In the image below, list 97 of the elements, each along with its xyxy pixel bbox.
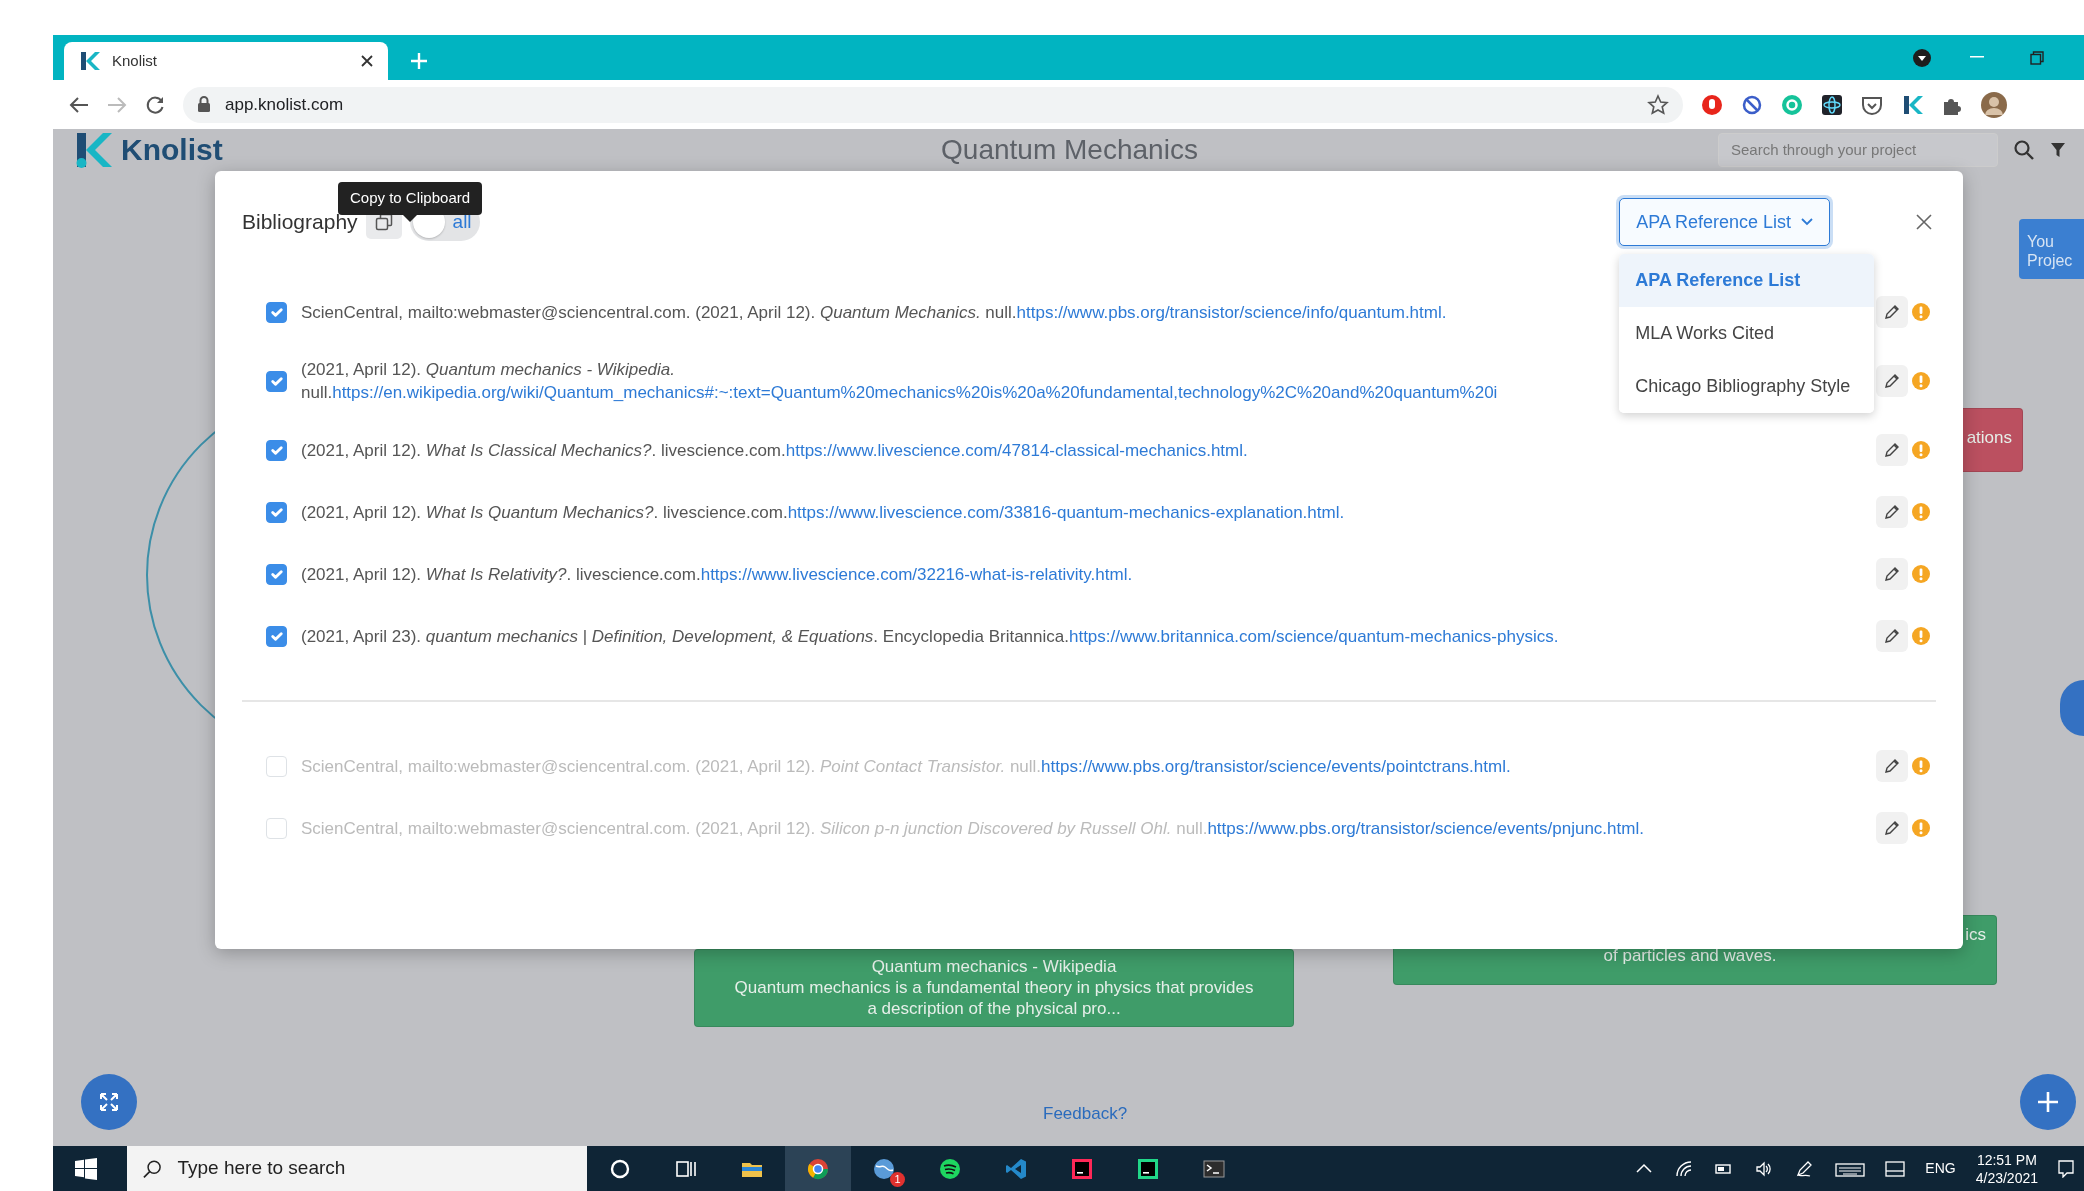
edit-button[interactable] bbox=[1876, 812, 1908, 844]
extension-icon[interactable] bbox=[1821, 93, 1843, 116]
restore-icon[interactable] bbox=[2030, 51, 2044, 65]
app-icon[interactable] bbox=[1071, 1157, 1093, 1180]
music-icon[interactable] bbox=[939, 1157, 961, 1180]
app-icon[interactable] bbox=[1137, 1157, 1159, 1180]
pencil-icon bbox=[1884, 566, 1900, 582]
panel-icon[interactable] bbox=[1885, 1159, 1906, 1178]
extension-icon[interactable] bbox=[1901, 93, 1923, 116]
browser-tab[interactable]: Knolist bbox=[64, 42, 388, 80]
page-title: Quantum Mechanics bbox=[941, 136, 1198, 164]
plus-icon bbox=[2036, 1090, 2060, 1114]
pencil-icon bbox=[1884, 373, 1900, 389]
taskbar-search-field[interactable]: Type here to search bbox=[175, 1153, 571, 1184]
citation-link[interactable]: https://en.wikipedia.org/wiki/Quantum_mechanics#:~:text=Quantum%20mechanics%20is%20a%20fundamental,technology%2C%20and%20quantum%20i bbox=[332, 383, 1498, 402]
taskbar-search-box[interactable]: Type here to search bbox=[127, 1146, 587, 1191]
round-button[interactable] bbox=[2060, 680, 2084, 736]
windows-icon[interactable] bbox=[75, 1157, 97, 1180]
code-editor-icon[interactable] bbox=[1005, 1157, 1027, 1180]
citation-text: (2021, April 23). quantum mechanics | Definition, Development, & Equations. Encyclopedia Britannica.https://www.britannica.com/science/quantum-mechanics-physics. bbox=[301, 625, 1560, 648]
filter-icon[interactable] bbox=[2050, 142, 2066, 158]
warning-icon bbox=[1912, 303, 1930, 321]
checkbox[interactable] bbox=[266, 370, 287, 392]
style-dropdown[interactable]: APA Reference List bbox=[1619, 198, 1830, 246]
citation-text: (2021, April 12). What Is Quantum Mechanics?. livescience.com.https://www.livescience.com/33816-quantum-mechanics-explanation.html. bbox=[301, 501, 1346, 524]
notification-badge: 1 bbox=[890, 1172, 905, 1187]
citation-link[interactable]: https://www.livescience.com/32216-what-is-relativity.html. bbox=[700, 564, 1133, 584]
warning-icon bbox=[1912, 503, 1930, 521]
warning-icon bbox=[1912, 372, 1930, 390]
checkbox[interactable] bbox=[266, 301, 287, 323]
citation-link[interactable]: https://www.livescience.com/47814-classical-mechanics.html. bbox=[785, 440, 1248, 460]
projects-button[interactable]: You Projec bbox=[2019, 219, 2084, 279]
lock-icon bbox=[197, 96, 211, 113]
caret-icon bbox=[1801, 218, 1813, 226]
pencil-icon bbox=[1884, 442, 1900, 458]
address-bar[interactable]: app.knolist.com bbox=[183, 86, 1683, 123]
avatar[interactable] bbox=[1981, 91, 2007, 118]
checkbox[interactable] bbox=[266, 439, 287, 461]
notification-icon[interactable] bbox=[2058, 1159, 2074, 1178]
warning-icon bbox=[1912, 627, 1930, 645]
citation-link[interactable]: https://www.pbs.org/transistor/science/info/quantum.html. bbox=[1016, 302, 1447, 322]
citation-link[interactable]: https://www.livescience.com/33816-quantum-mechanics-explanation.html. bbox=[787, 502, 1345, 522]
expand-icon bbox=[99, 1092, 119, 1112]
clock[interactable]: 12:51 PM 4/23/2021 bbox=[1975, 1150, 2038, 1187]
add-button[interactable] bbox=[2020, 1074, 2076, 1130]
edit-button[interactable] bbox=[1876, 620, 1908, 652]
menu-item[interactable]: Chicago Bibliography Style bbox=[1619, 360, 1875, 413]
pointer-icon bbox=[403, 214, 418, 222]
tooltip: Copy to Clipboard bbox=[338, 182, 483, 215]
edit-button[interactable] bbox=[1876, 365, 1908, 397]
search-field[interactable]: Search through your project bbox=[1729, 137, 1987, 163]
pencil-icon bbox=[1884, 628, 1900, 644]
edit-button[interactable] bbox=[1876, 296, 1908, 328]
edit-button[interactable] bbox=[1876, 434, 1908, 466]
menu-item[interactable]: APA Reference List bbox=[1619, 254, 1875, 307]
star-icon[interactable] bbox=[1647, 93, 1669, 116]
close-icon[interactable] bbox=[1916, 214, 1932, 230]
logo-text: Knolist bbox=[121, 135, 223, 165]
warning-icon bbox=[1912, 441, 1930, 459]
cortana-icon[interactable] bbox=[609, 1157, 631, 1180]
pencil-icon bbox=[1884, 504, 1900, 520]
logo-icon bbox=[78, 50, 100, 72]
citation-link[interactable]: https://www.pbs.org/transistor/science/events/pointctrans.html. bbox=[1041, 756, 1511, 776]
search-box[interactable]: Search through your project bbox=[1718, 133, 1998, 167]
feedback-link[interactable]: Feedback? bbox=[1043, 1101, 1128, 1127]
dropdown-icon[interactable] bbox=[1912, 48, 1932, 68]
back-icon[interactable] bbox=[69, 95, 89, 114]
copy-icon bbox=[374, 213, 393, 231]
checkbox[interactable] bbox=[266, 563, 287, 585]
citation-text: (2021, April 12). What Is Classical Mechanics?. livescience.com.https://www.livescience.com/47814-classical-mechanics.html. bbox=[301, 439, 1249, 462]
pencil-icon bbox=[1884, 304, 1900, 320]
search-icon bbox=[143, 1158, 162, 1179]
warning-icon bbox=[1912, 757, 1930, 775]
search-icon[interactable] bbox=[2014, 140, 2034, 160]
warning-icon bbox=[1912, 819, 1930, 837]
edit-button[interactable] bbox=[1876, 496, 1908, 528]
edit-button[interactable] bbox=[1876, 750, 1908, 782]
warning-icon bbox=[1912, 565, 1930, 583]
menu-item[interactable]: MLA Works Cited bbox=[1619, 307, 1875, 360]
reload-icon[interactable] bbox=[145, 94, 165, 115]
note-card[interactable]: Quantum mechanics - Wikipedia Quantum mechanics is a fundamental theory in physics that provides a description of the physical pro... bbox=[694, 949, 1294, 1027]
language-indicator[interactable]: ENG bbox=[1925, 1158, 1956, 1179]
citation-link[interactable]: https://www.britannica.com/science/quantum-mechanics-physics. bbox=[1068, 626, 1559, 646]
expand-button[interactable] bbox=[81, 1074, 137, 1130]
checkbox[interactable] bbox=[266, 625, 287, 647]
edit-button[interactable] bbox=[1876, 558, 1908, 590]
citation-text: ScienCentral, mailto:webmaster@sciencentral.com. (2021, April 12). Silicon p-n junction Discovered by Russell Ohl. null.https://www.pbs.org/transistor/science/events/pnjunc.html. bbox=[301, 817, 1645, 840]
checkbox[interactable] bbox=[266, 501, 287, 523]
pencil-icon bbox=[1884, 820, 1900, 836]
terminal-icon[interactable] bbox=[1203, 1157, 1225, 1180]
close-icon[interactable] bbox=[360, 54, 374, 68]
citation-text: ScienCentral, mailto:webmaster@sciencentral.com. (2021, April 12). Point Contact Transistor. null.https://www.pbs.org/transistor/science/events/pointctrans.html. bbox=[301, 755, 1512, 778]
pencil-icon bbox=[1884, 758, 1900, 774]
citation-link[interactable]: https://www.pbs.org/transistor/science/events/pnjunc.html. bbox=[1207, 818, 1644, 838]
browser-icon[interactable] bbox=[807, 1157, 829, 1180]
globe-icon[interactable] bbox=[873, 1157, 895, 1180]
citation-text: (2021, April 12). What Is Relativity?. livescience.com.https://www.livescience.com/32216-what-is-relativity.html. bbox=[301, 563, 1134, 586]
